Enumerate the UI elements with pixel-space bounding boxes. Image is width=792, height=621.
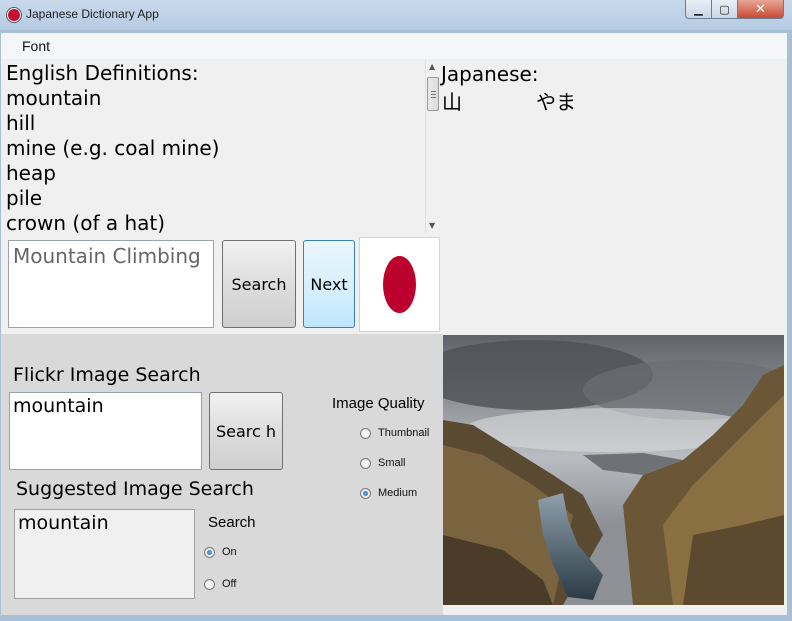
japanese-kana: やま (536, 90, 576, 114)
minimize-icon: ▁ (694, 2, 703, 16)
suggest-off-radio[interactable]: Off (204, 578, 236, 590)
flag-disc (383, 256, 416, 313)
dictionary-search-input[interactable]: Mountain Climbing (8, 240, 214, 328)
quality-thumbnail-radio[interactable]: Thumbnail (360, 427, 429, 439)
image-quality-heading: Image Quality (332, 395, 425, 412)
quality-thumbnail-label: Thumbnail (378, 427, 430, 439)
window-title: Japanese Dictionary App (26, 7, 159, 21)
mountain-landscape-image (443, 335, 784, 605)
next-button[interactable]: Next (303, 240, 355, 328)
scroll-down-icon[interactable]: ▼ (429, 221, 435, 230)
definition-item: mine (e.g. coal mine) (6, 136, 220, 160)
flickr-heading: Flickr Image Search (13, 364, 201, 386)
definition-item: crown (of a hat) (6, 211, 166, 234)
definition-item: heap (6, 161, 56, 185)
definition-item: mountain (6, 86, 102, 110)
grip-line (431, 94, 436, 95)
suggested-heading: Suggested Image Search (16, 478, 254, 500)
flickr-search-button[interactable]: Searc h (209, 392, 283, 470)
quality-small-label: Small (378, 457, 406, 469)
title-bar[interactable]: Japanese Dictionary App ▁ ▢ ✕ (0, 0, 792, 30)
japan-flag-image (359, 237, 440, 332)
suggest-on-label: On (222, 546, 237, 558)
quality-small-radio[interactable]: Small (360, 457, 406, 469)
flickr-result-image (443, 335, 784, 605)
menu-font[interactable]: Font (22, 38, 50, 54)
quality-medium-radio[interactable]: Medium (360, 487, 417, 499)
grip-line (431, 97, 436, 98)
client-area: English Definitions: mountain hill mine … (1, 59, 787, 615)
scroll-up-icon[interactable]: ▲ (429, 62, 435, 71)
definitions-heading: English Definitions: (6, 61, 199, 85)
radio-icon (204, 578, 215, 590)
radio-selected-icon (360, 487, 371, 499)
radio-selected-icon (204, 546, 215, 558)
japanese-kanji: 山 (442, 90, 462, 114)
japan-flag-icon (7, 8, 21, 22)
search-button[interactable]: Search (222, 240, 296, 328)
japanese-heading: Japanese: (441, 62, 539, 86)
caption-buttons: ▁ ▢ ✕ (685, 0, 784, 19)
scroll-thumb[interactable] (427, 77, 439, 111)
definition-item: hill (6, 111, 36, 135)
minimize-button[interactable]: ▁ (685, 0, 712, 19)
flickr-search-input[interactable]: mountain (9, 392, 202, 470)
suggested-search-heading: Search (208, 514, 256, 531)
image-search-panel: Flickr Image Search mountain Searc h Ima… (1, 334, 443, 615)
suggest-off-label: Off (222, 578, 237, 590)
app-window: Japanese Dictionary App ▁ ▢ ✕ Font Engli… (0, 0, 792, 621)
suggest-on-radio[interactable]: On (204, 546, 237, 558)
quality-medium-label: Medium (378, 487, 418, 499)
radio-icon (360, 457, 371, 469)
menu-bar: Font (1, 33, 787, 59)
definition-item: pile (6, 186, 43, 210)
suggested-search-input[interactable]: mountain (14, 509, 195, 599)
radio-icon (360, 427, 371, 439)
maximize-button[interactable]: ▢ (712, 0, 738, 19)
grip-line (431, 91, 436, 92)
definitions-list[interactable]: English Definitions: mountain hill mine … (1, 59, 425, 234)
close-icon: ✕ (755, 1, 766, 17)
definitions-scrollbar[interactable]: ▲ ▼ (425, 59, 441, 234)
maximize-icon: ▢ (719, 2, 730, 16)
close-button[interactable]: ✕ (738, 0, 784, 19)
